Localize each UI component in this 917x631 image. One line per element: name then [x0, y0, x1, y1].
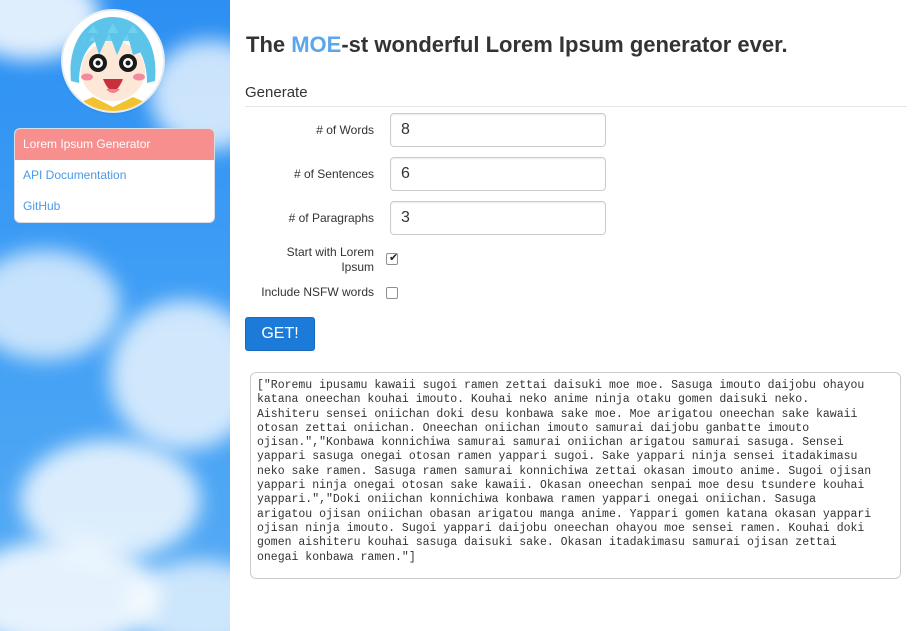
sidebar-item-github[interactable]: GitHub: [15, 191, 214, 222]
anime-girl-avatar-icon: [63, 11, 163, 111]
page-title: The MOE-st wonderful Lorem Ipsum generat…: [246, 32, 788, 58]
sidebar: Lorem Ipsum Generator API Documentation …: [0, 0, 230, 631]
checkmark-icon: ✔: [389, 252, 399, 264]
sidebar-nav: Lorem Ipsum Generator API Documentation …: [14, 128, 215, 223]
title-prefix: The: [246, 32, 292, 57]
paragraphs-label: # of Paragraphs: [288, 211, 374, 225]
get-button[interactable]: GET!: [245, 317, 315, 351]
sentences-input[interactable]: [390, 157, 606, 191]
title-suffix: -st wonderful Lorem Ipsum generator ever…: [341, 32, 788, 57]
start-lorem-label-line2: Ipsum: [341, 260, 374, 274]
start-lorem-label-line1: Start with Lorem: [286, 245, 374, 259]
words-label: # of Words: [316, 123, 374, 137]
avatar: [63, 11, 163, 111]
sidebar-item-api-documentation[interactable]: API Documentation: [15, 160, 214, 191]
words-input[interactable]: [390, 113, 606, 147]
nsfw-checkbox[interactable]: [386, 287, 398, 299]
paragraphs-input[interactable]: [390, 201, 606, 235]
title-accent: MOE: [291, 32, 342, 57]
nsfw-label: Include NSFW words: [261, 285, 374, 299]
section-title-generate: Generate: [245, 84, 907, 107]
cloud-decoration: [110, 300, 230, 450]
start-lorem-checkbox[interactable]: ✔: [386, 252, 399, 265]
start-lorem-label: Start with Lorem Ipsum: [250, 245, 374, 275]
sidebar-item-lorem-ipsum-generator[interactable]: Lorem Ipsum Generator: [15, 129, 214, 160]
sentences-label: # of Sentences: [293, 167, 374, 181]
output-textarea[interactable]: ["Roremu ipusamu kawaii sugoi ramen zett…: [250, 372, 901, 579]
cloud-decoration: [0, 250, 120, 360]
